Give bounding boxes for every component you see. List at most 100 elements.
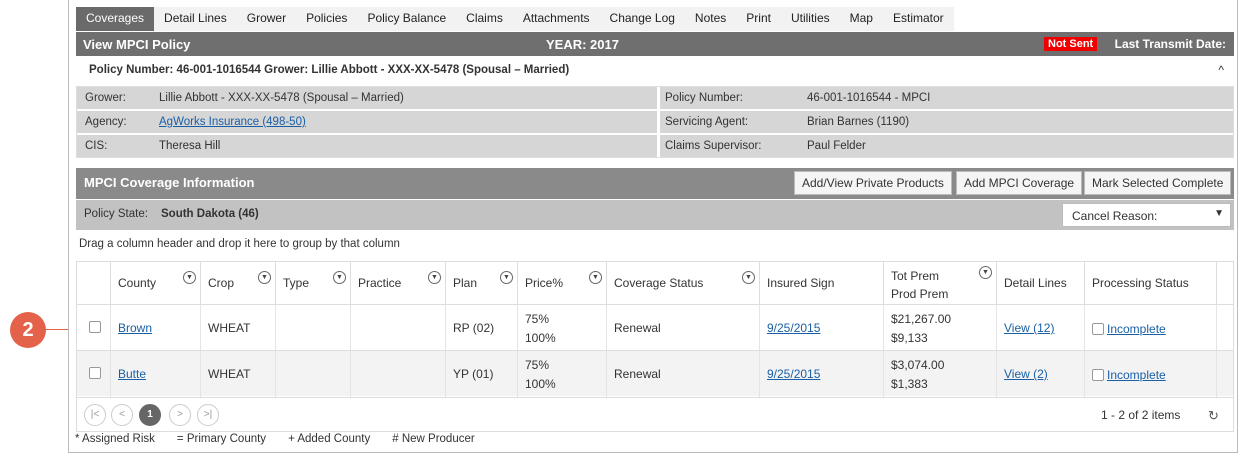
year-label: YEAR: 2017 xyxy=(546,37,619,52)
county-link[interactable]: Brown xyxy=(118,321,152,335)
legend-assigned-risk: * Assigned Risk xyxy=(75,433,155,445)
processing-status[interactable]: Incomplete xyxy=(1092,322,1166,336)
header-crop[interactable]: Crop ▼ xyxy=(201,262,276,304)
tab-attachments[interactable]: Attachments xyxy=(513,7,600,31)
cis-label: CIS: xyxy=(85,140,108,152)
price-value: 75% 100% xyxy=(525,312,556,345)
policy-number-label: Policy Number: xyxy=(665,92,743,104)
insured-sign-link[interactable]: 9/25/2015 xyxy=(767,367,820,381)
header-plan[interactable]: Plan ▼ xyxy=(446,262,518,304)
add-view-private-products-button[interactable]: Add/View Private Products xyxy=(794,171,952,195)
last-transmit-label: Last Transmit Date: xyxy=(1114,37,1226,51)
detail-lines-link[interactable]: View (2) xyxy=(1004,367,1048,381)
tab-print[interactable]: Print xyxy=(736,7,781,31)
policy-state-bar: Policy State: South Dakota (46) Cancel R… xyxy=(76,200,1234,230)
servicing-agent-label: Servicing Agent: xyxy=(665,116,749,128)
filter-icon[interactable]: ▼ xyxy=(333,271,346,284)
tab-estimator[interactable]: Estimator xyxy=(883,7,954,31)
header-detail-lines[interactable]: Detail Lines xyxy=(997,262,1085,304)
agency-label: Agency: xyxy=(85,116,127,128)
crop-value: WHEAT xyxy=(208,367,251,381)
cancel-reason-value: Cancel Reason: xyxy=(1072,209,1158,223)
tab-change-log[interactable]: Change Log xyxy=(600,7,685,31)
policy-number-value: 46-001-1016544 - MPCI xyxy=(807,92,931,104)
status-badge: Not Sent xyxy=(1044,37,1098,51)
processing-status[interactable]: Incomplete xyxy=(1092,368,1166,382)
caret-down-icon: ▼ xyxy=(1214,208,1224,219)
info-row-cis: CIS: Theresa Hill Claims Supervisor: Pau… xyxy=(77,135,1233,157)
policy-state-value: South Dakota (46) xyxy=(161,208,259,220)
plan-value: RP (02) xyxy=(453,321,495,335)
group-drop-area[interactable]: Drag a column header and drop it here to… xyxy=(79,238,400,250)
filter-icon[interactable]: ▼ xyxy=(500,271,513,284)
crop-value: WHEAT xyxy=(208,321,251,335)
filter-icon[interactable]: ▼ xyxy=(428,271,441,284)
pager: |< < 1 > >| 1 - 2 of 2 items ↻ xyxy=(77,397,1233,431)
row-checkbox[interactable] xyxy=(89,367,101,379)
filter-icon[interactable]: ▼ xyxy=(742,271,755,284)
processing-checkbox[interactable] xyxy=(1092,323,1104,335)
filter-icon[interactable]: ▼ xyxy=(979,266,992,279)
premium-value: $3,074.00 $1,383 xyxy=(891,358,945,391)
header-county[interactable]: County ▼ xyxy=(111,262,201,304)
tab-map[interactable]: Map xyxy=(840,7,883,31)
header-processing-status[interactable]: Processing Status xyxy=(1085,262,1217,304)
county-link[interactable]: Butte xyxy=(118,367,146,381)
policy-summary[interactable]: Policy Number: 46-001-1016544 Grower: Li… xyxy=(76,58,1234,84)
header-practice[interactable]: Practice ▼ xyxy=(351,262,446,304)
coverage-grid: County ▼ Crop ▼ Type ▼ Practice ▼ Plan ▼ Pric… xyxy=(76,261,1234,432)
grower-value: Lillie Abbott - XXX-XX-5478 (Spousal – M… xyxy=(159,92,404,104)
refresh-icon[interactable]: ↻ xyxy=(1208,408,1219,424)
header-insured-sign[interactable]: Insured Sign xyxy=(760,262,884,304)
tab-detail-lines[interactable]: Detail Lines xyxy=(154,7,237,31)
tab-bar: Coverages Detail Lines Grower Policies P… xyxy=(76,7,954,31)
insured-sign-link[interactable]: 9/25/2015 xyxy=(767,321,820,335)
last-page-icon[interactable]: >| xyxy=(197,404,219,426)
agency-link[interactable]: AgWorks Insurance (498-50) xyxy=(159,116,306,128)
legend-added-county: + Added County xyxy=(288,433,371,445)
add-mpci-coverage-button[interactable]: Add MPCI Coverage xyxy=(956,171,1083,195)
row-checkbox[interactable] xyxy=(89,321,101,333)
page-title: View MPCI Policy xyxy=(83,37,191,52)
header-coverage-status[interactable]: Coverage Status ▼ xyxy=(607,262,760,304)
first-page-icon[interactable]: |< xyxy=(84,404,106,426)
coverage-header: MPCI Coverage Information Add/View Priva… xyxy=(76,168,1234,199)
processing-checkbox[interactable] xyxy=(1092,369,1104,381)
cancel-reason-select[interactable]: Cancel Reason: ▼ xyxy=(1062,203,1231,227)
plan-value: YP (01) xyxy=(453,367,494,381)
prev-page-icon[interactable]: < xyxy=(111,404,133,426)
policy-info: Grower: Lillie Abbott - XXX-XX-5478 (Spo… xyxy=(76,86,1234,158)
coverage-title: MPCI Coverage Information xyxy=(84,175,255,190)
tab-policy-balance[interactable]: Policy Balance xyxy=(357,7,456,31)
title-bar: View MPCI Policy YEAR: 2017 Not Sent Las… xyxy=(76,32,1234,56)
price-value: 75% 100% xyxy=(525,358,556,391)
tab-claims[interactable]: Claims xyxy=(456,7,513,31)
legend-primary-county: = Primary County xyxy=(176,433,267,445)
callout-marker: 2 xyxy=(10,312,46,348)
header-price[interactable]: Price% ▼ xyxy=(518,262,607,304)
info-row-grower: Grower: Lillie Abbott - XXX-XX-5478 (Spo… xyxy=(77,87,1233,109)
filter-icon[interactable]: ▼ xyxy=(589,271,602,284)
tab-policies[interactable]: Policies xyxy=(296,7,357,31)
policy-panel: Coverages Detail Lines Grower Policies P… xyxy=(68,0,1238,453)
policy-state-label: Policy State: xyxy=(84,208,148,220)
legend-new-producer: # New Producer xyxy=(392,433,475,445)
tab-grower[interactable]: Grower xyxy=(237,7,296,31)
chevron-up-icon[interactable]: ^ xyxy=(1218,63,1224,77)
filter-icon[interactable]: ▼ xyxy=(258,271,271,284)
header-premium[interactable]: Tot Prem Prod Prem ▼ xyxy=(884,262,997,304)
header-type[interactable]: Type ▼ xyxy=(276,262,351,304)
tab-coverages[interactable]: Coverages xyxy=(76,7,155,31)
table-row: Butte WHEAT YP (01) 75% 100% Renewal 9/25… xyxy=(77,350,1233,397)
next-page-icon[interactable]: > xyxy=(169,404,191,426)
table-row: Brown WHEAT RP (02) 75% 100% Renewal 9/25… xyxy=(77,304,1233,351)
legend: * Assigned Risk = Primary County + Added… xyxy=(75,433,497,445)
pager-info: 1 - 2 of 2 items xyxy=(1101,408,1181,422)
policy-summary-text: Policy Number: 46-001-1016544 Grower: Li… xyxy=(89,64,570,76)
page-button[interactable]: 1 xyxy=(139,404,161,426)
tab-utilities[interactable]: Utilities xyxy=(781,7,840,31)
filter-icon[interactable]: ▼ xyxy=(183,271,196,284)
detail-lines-link[interactable]: View (12) xyxy=(1004,321,1054,335)
tab-notes[interactable]: Notes xyxy=(685,7,736,31)
mark-selected-complete-button[interactable]: Mark Selected Complete xyxy=(1084,171,1232,195)
